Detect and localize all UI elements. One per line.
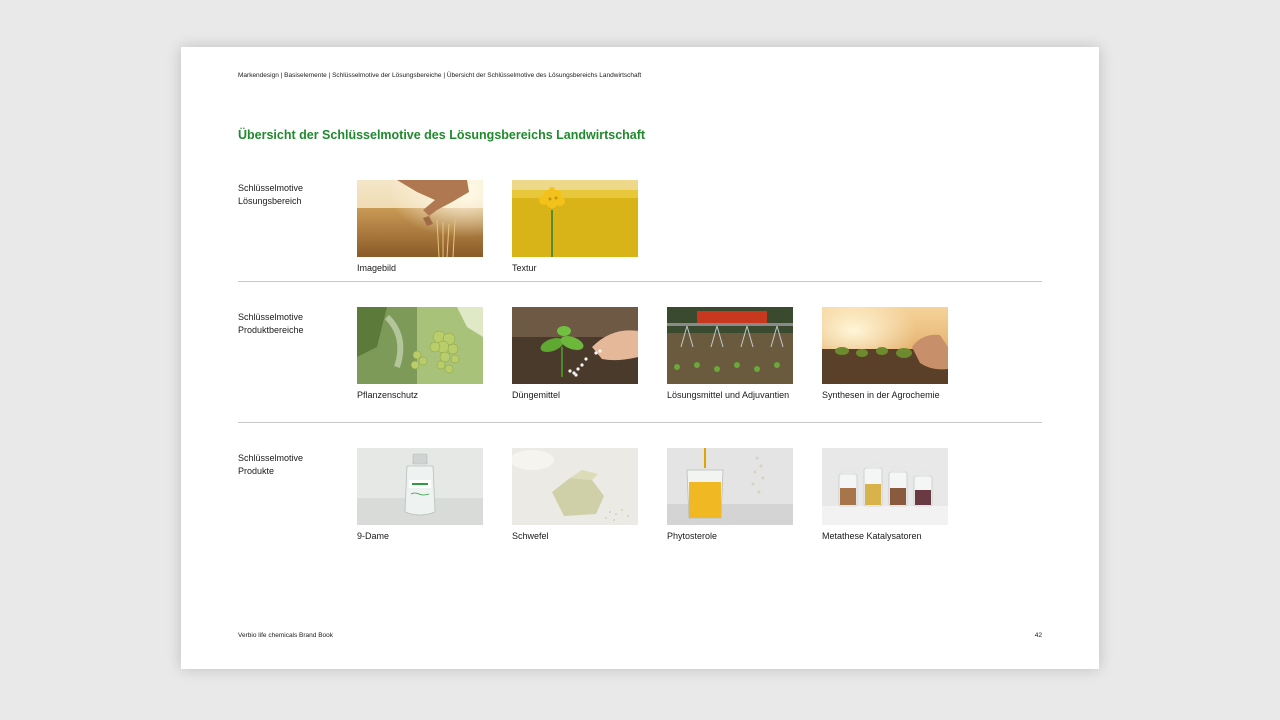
motif-caption: Textur [512, 263, 537, 273]
motif-caption: Phytosterole [667, 531, 718, 541]
tractor-sprayer-image [667, 307, 793, 384]
motif-caption: Metathese Katalysatoren [822, 531, 922, 541]
breadcrumb: Markendesign | Basiselemente | Schlüssel… [238, 72, 642, 79]
section-label-line2: Produkte [238, 466, 275, 476]
motif-caption: Schwefel [512, 531, 549, 541]
motif-caption: 9-Dame [357, 531, 390, 541]
motif-tile-metathese[interactable]: Metathese Katalysatoren [822, 448, 948, 543]
motif-tile-imagebild[interactable]: Imagebild [357, 180, 483, 275]
section-label-produkte: Schlüsselmotive Produkte [238, 452, 303, 478]
motif-tile-synthesen[interactable]: Synthesen in der Agrochemie [822, 307, 948, 402]
sample-jars-image [822, 448, 948, 525]
sulfur-rock-image [512, 448, 638, 525]
glass-bottle-image [357, 448, 483, 525]
section-label-line1: Schlüsselmotive [238, 453, 304, 463]
motif-tile-pflanzenschutz[interactable]: Pflanzenschutz [357, 307, 483, 402]
footer-brand-book: Verbio life chemicals Brand Book [238, 632, 334, 639]
section-divider [238, 281, 1042, 282]
section-label-line1: Schlüsselmotive [238, 312, 304, 322]
motif-tile-9-dame[interactable]: 9-Dame [357, 448, 483, 543]
motif-tile-loesungsmittel[interactable]: Lösungsmittel und Adjuvantien [667, 307, 793, 402]
section-label-line2: Produktbereiche [238, 325, 304, 335]
section-label-line2: Lösungsbereich [238, 196, 302, 206]
motif-tile-schwefel[interactable]: Schwefel [512, 448, 638, 543]
motif-caption: Synthesen in der Agrochemie [822, 390, 940, 400]
motif-tile-duengemittel[interactable]: Düngemittel [512, 307, 638, 402]
motif-caption: Imagebild [357, 263, 397, 273]
motif-tile-textur[interactable]: Textur [512, 180, 638, 275]
grapes-spray-image [357, 307, 483, 384]
section-label-loesungsbereich: Schlüsselmotive Lösungsbereich [238, 182, 303, 208]
section-label-line1: Schlüsselmotive [238, 183, 304, 193]
hand-seedling-sunset-image [822, 307, 948, 384]
motif-caption: Düngemittel [512, 390, 561, 400]
motif-tile-phytosterole[interactable]: Phytosterole [667, 448, 793, 543]
section-label-produktbereiche: Schlüsselmotive Produktbereiche [238, 311, 304, 337]
seedling-fertilizer-image [512, 307, 638, 384]
brand-book-page: Markendesign | Basiselemente | Schlüssel… [181, 47, 1099, 669]
motif-caption: Pflanzenschutz [357, 390, 419, 400]
section-divider [238, 422, 1042, 423]
hand-wheat-field-image [357, 180, 483, 257]
page-number: 42 [1034, 632, 1042, 639]
motif-caption: Lösungsmittel und Adjuvantien [667, 390, 790, 400]
page-title: Übersicht der Schlüsselmotive des Lösung… [238, 128, 646, 142]
rapeseed-flower-image [512, 180, 638, 257]
beaker-oil-image [667, 448, 793, 525]
